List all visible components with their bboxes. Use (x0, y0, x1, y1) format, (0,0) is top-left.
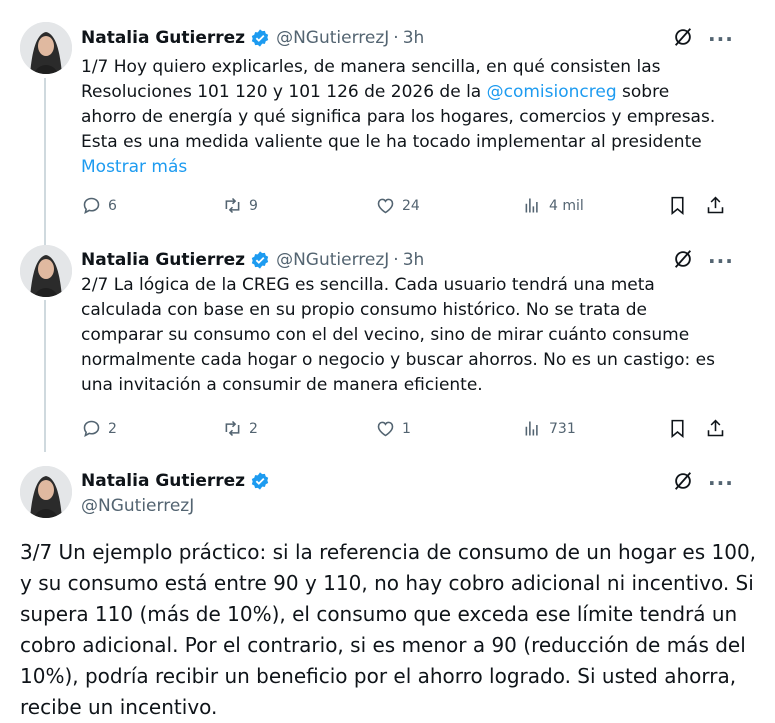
tweet-header: Natalia Gutierrez (81, 471, 270, 491)
bookmark-button[interactable] (667, 418, 688, 439)
tweet-text: 1/7 Hoy quiero explicarles, de manera se… (81, 55, 721, 180)
show-more-link[interactable]: Mostrar más (81, 155, 721, 180)
author-name[interactable]: Natalia Gutierrez (81, 250, 245, 270)
avatar[interactable] (20, 245, 72, 297)
tweet-actions: 2 2 1 731 (81, 418, 731, 442)
like-button[interactable]: 1 (375, 418, 411, 439)
tweet-header-handle: @NGutierrezJ (81, 496, 194, 516)
avatar[interactable] (20, 466, 72, 518)
reply-button[interactable]: 2 (81, 418, 117, 439)
author-handle[interactable]: @NGutierrezJ (276, 28, 389, 48)
grok-icon[interactable] (672, 26, 694, 52)
bookmark-icon (671, 419, 684, 439)
more-options-icon[interactable]: ··· (708, 471, 734, 495)
repost-button[interactable]: 2 (222, 418, 258, 439)
verified-badge-icon (250, 471, 270, 491)
heart-icon (377, 421, 394, 437)
tweet-corner-actions: ··· (672, 470, 734, 496)
views-button[interactable]: 731 (522, 418, 576, 439)
separator-dot: · (393, 28, 399, 48)
like-button[interactable]: 24 (375, 195, 420, 216)
tweet-actions: 6 9 24 4 mil (81, 195, 731, 219)
author-name[interactable]: Natalia Gutierrez (81, 28, 245, 48)
author-handle[interactable]: @NGutierrezJ (276, 250, 389, 270)
bookmark-icon (671, 196, 684, 216)
share-icon (707, 196, 724, 214)
repost-count: 9 (249, 197, 258, 214)
views-count: 4 mil (549, 197, 584, 214)
views-count: 731 (549, 420, 576, 437)
separator-dot: · (393, 250, 399, 270)
mention-link[interactable]: @comisioncreg (487, 82, 617, 102)
reply-count: 2 (108, 420, 117, 437)
tweet-corner-actions: ··· (672, 26, 734, 52)
share-button[interactable] (705, 195, 726, 216)
views-icon (525, 198, 538, 213)
reply-count: 6 (108, 197, 117, 214)
more-options-icon[interactable]: ··· (708, 27, 734, 51)
timestamp[interactable]: 3h (403, 250, 425, 270)
views-icon (525, 421, 538, 436)
verified-badge-icon (250, 28, 270, 48)
tweet-header: Natalia Gutierrez @NGutierrezJ · 3h (81, 28, 424, 48)
repost-icon (225, 197, 240, 214)
like-count: 1 (402, 420, 411, 437)
more-options-icon[interactable]: ··· (708, 249, 734, 273)
grok-icon[interactable] (672, 470, 694, 496)
tweet-text: 2/7 La lógica de la CREG es sencilla. Ca… (81, 275, 715, 395)
views-button[interactable]: 4 mil (522, 195, 584, 216)
reply-icon (83, 420, 100, 438)
timestamp[interactable]: 3h (403, 28, 425, 48)
tweet-header: Natalia Gutierrez @NGutierrezJ · 3h (81, 250, 424, 270)
verified-badge-icon (250, 250, 270, 270)
share-icon (707, 419, 724, 437)
repost-icon (225, 420, 240, 437)
repost-button[interactable]: 9 (222, 195, 258, 216)
author-handle[interactable]: @NGutierrezJ (81, 496, 194, 516)
tweet-text: 3/7 Un ejemplo práctico: si la referenci… (20, 540, 757, 719)
share-button[interactable] (705, 418, 726, 439)
heart-icon (377, 198, 394, 214)
thread-line (44, 300, 46, 452)
avatar[interactable] (20, 22, 72, 74)
tweet-corner-actions: ··· (672, 248, 734, 274)
reply-button[interactable]: 6 (81, 195, 117, 216)
repost-count: 2 (249, 420, 258, 437)
reply-icon (83, 197, 100, 215)
thread-line (44, 78, 46, 246)
author-name[interactable]: Natalia Gutierrez (81, 471, 245, 491)
grok-icon[interactable] (672, 248, 694, 274)
like-count: 24 (402, 197, 420, 214)
bookmark-button[interactable] (667, 195, 688, 216)
